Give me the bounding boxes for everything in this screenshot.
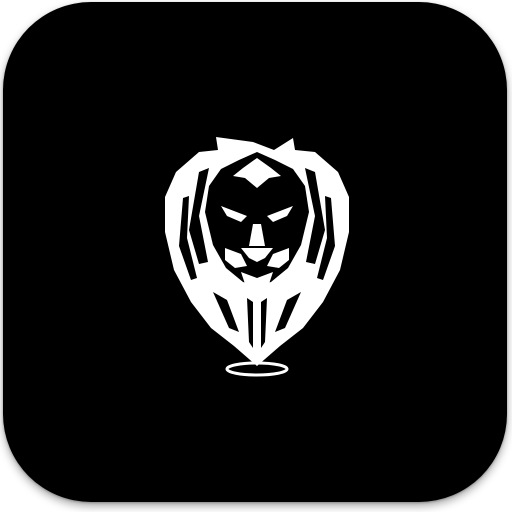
- lion-head-map-pin-icon: [165, 137, 349, 377]
- app-icon-tile[interactable]: [3, 2, 507, 502]
